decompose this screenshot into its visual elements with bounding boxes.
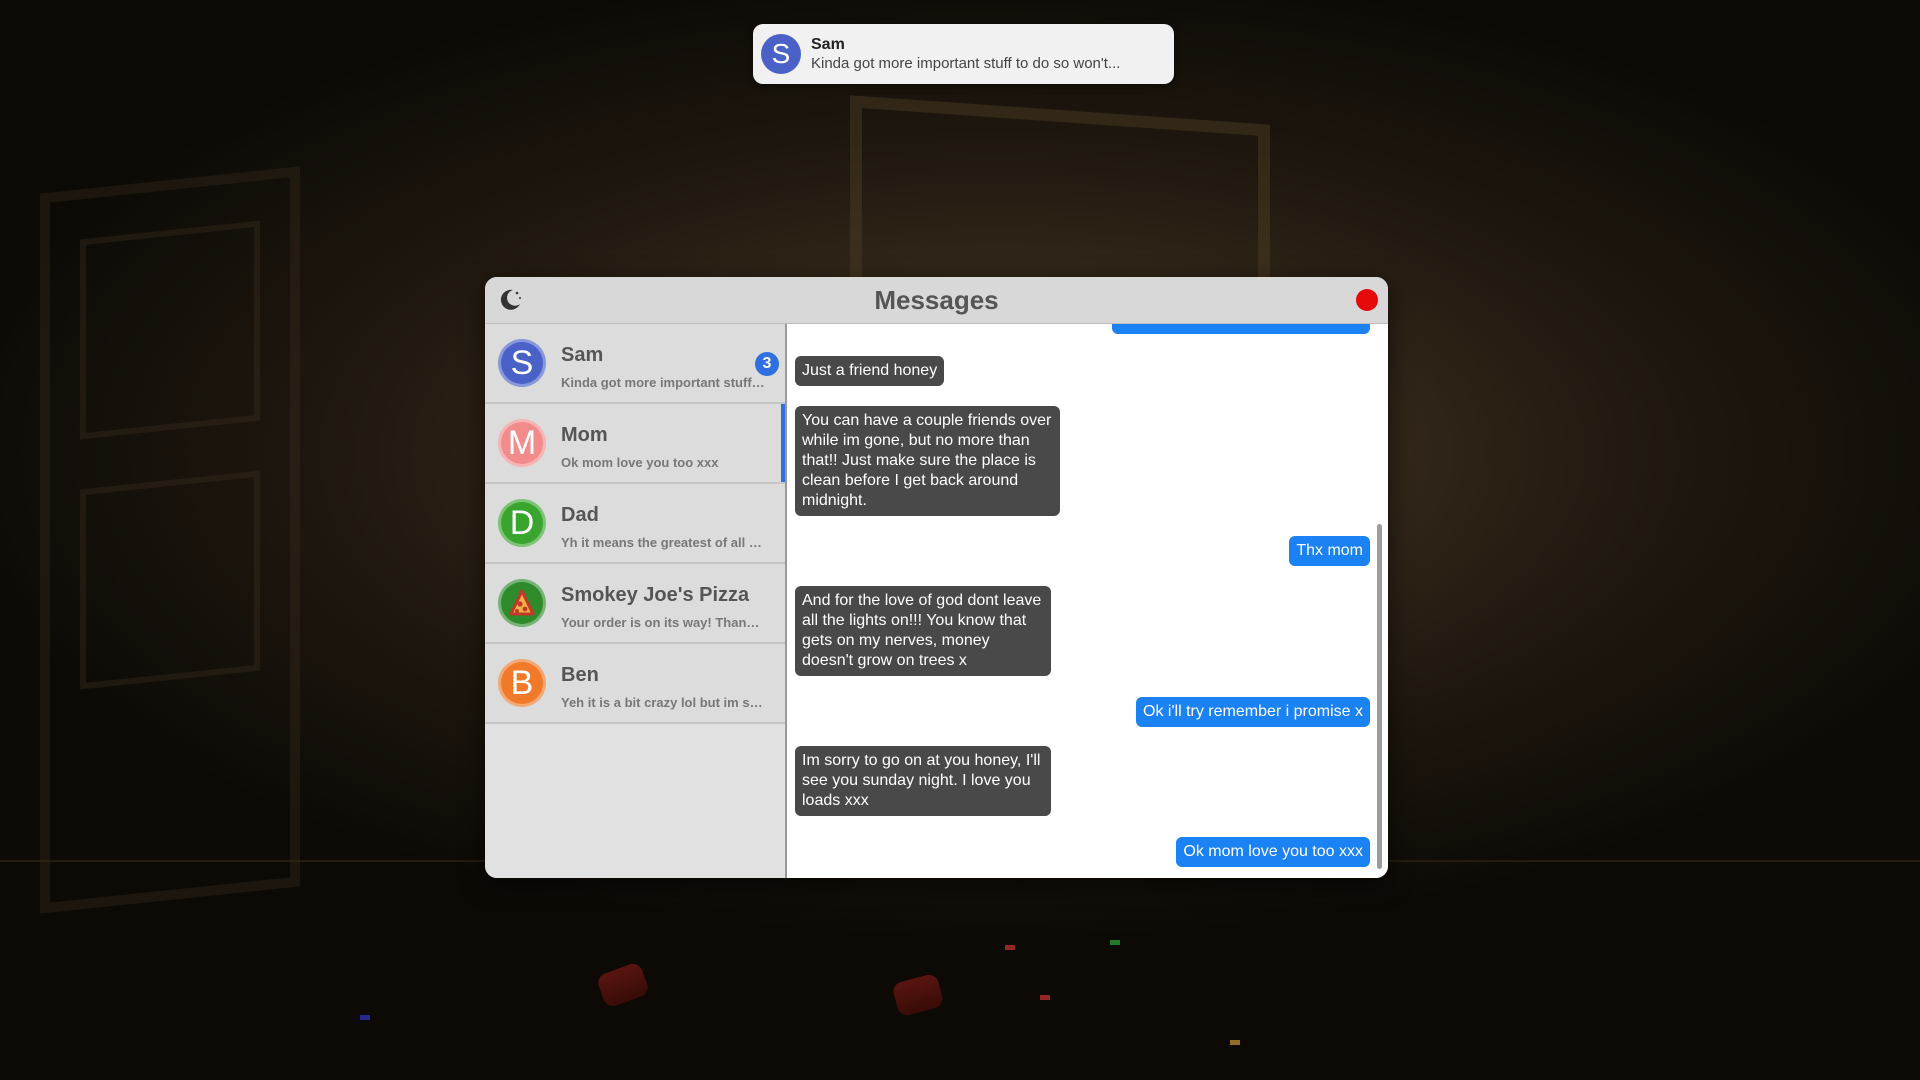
message-notification[interactable]: S Sam Kinda got more important stuff to … bbox=[753, 24, 1174, 84]
avatar: M bbox=[498, 419, 546, 467]
contact-name: Ben bbox=[561, 664, 599, 686]
contact-item-dad[interactable]: D Dad Yh it means the greatest of all ti… bbox=[485, 484, 785, 564]
avatar: D bbox=[498, 499, 546, 547]
contact-name: Smokey Joe's Pizza bbox=[561, 584, 750, 606]
message-bubble-partial bbox=[1112, 324, 1370, 334]
contact-preview: Yh it means the greatest of all tim... bbox=[561, 535, 766, 550]
contact-list: S Sam Kinda got more important stuff to.… bbox=[485, 324, 787, 878]
moon-icon[interactable] bbox=[497, 287, 523, 313]
notification-sender: Sam bbox=[811, 36, 845, 53]
contact-preview: Kinda got more important stuff to... bbox=[561, 375, 766, 390]
contact-preview: Your order is on its way! Thanks f... bbox=[561, 615, 766, 630]
background-cup bbox=[891, 972, 945, 1018]
messages-window: Messages S Sam Kinda got more important … bbox=[485, 277, 1388, 878]
contact-item-smokey-joes-pizza[interactable]: Smokey Joe's Pizza Your order is on its … bbox=[485, 564, 785, 644]
close-button[interactable] bbox=[1356, 289, 1378, 311]
notification-avatar: S bbox=[761, 34, 801, 74]
message-bubble-outgoing: Thx mom bbox=[1289, 536, 1370, 566]
background-door bbox=[40, 166, 300, 914]
message-bubble-incoming: And for the love of god dont leave all t… bbox=[795, 586, 1051, 676]
scrollbar[interactable] bbox=[1377, 524, 1382, 869]
conversation-panel[interactable]: Just a friend honey You can have a coupl… bbox=[787, 324, 1388, 878]
contact-preview: Yeh it is a bit crazy lol but im sure... bbox=[561, 695, 766, 710]
message-bubble-incoming: Just a friend honey bbox=[795, 356, 945, 386]
notification-message: Kinda got more important stuff to do so … bbox=[811, 55, 1121, 72]
unread-badge: 3 bbox=[755, 352, 779, 376]
message-bubble-incoming: You can have a couple friends over while… bbox=[795, 406, 1060, 516]
message-bubble-outgoing: Ok i'll try remember i promise x bbox=[1136, 697, 1370, 727]
contact-item-sam[interactable]: S Sam Kinda got more important stuff to.… bbox=[485, 324, 785, 404]
avatar: B bbox=[498, 659, 546, 707]
contact-item-ben[interactable]: B Ben Yeh it is a bit crazy lol but im s… bbox=[485, 644, 785, 724]
contact-name: Mom bbox=[561, 424, 608, 446]
contact-item-mom[interactable]: M Mom Ok mom love you too xxx bbox=[485, 404, 785, 484]
pizza-icon bbox=[498, 579, 546, 627]
window-title: Messages bbox=[874, 284, 999, 315]
background-cup bbox=[595, 961, 651, 1009]
message-bubble-incoming: Im sorry to go on at you honey, I'll see… bbox=[795, 746, 1051, 816]
contact-name: Sam bbox=[561, 344, 604, 366]
message-bubble-outgoing: Ok mom love you too xxx bbox=[1176, 837, 1370, 867]
contact-name: Dad bbox=[561, 504, 599, 526]
avatar: S bbox=[498, 339, 546, 387]
contact-preview: Ok mom love you too xxx bbox=[561, 455, 719, 470]
title-bar: Messages bbox=[485, 277, 1388, 324]
